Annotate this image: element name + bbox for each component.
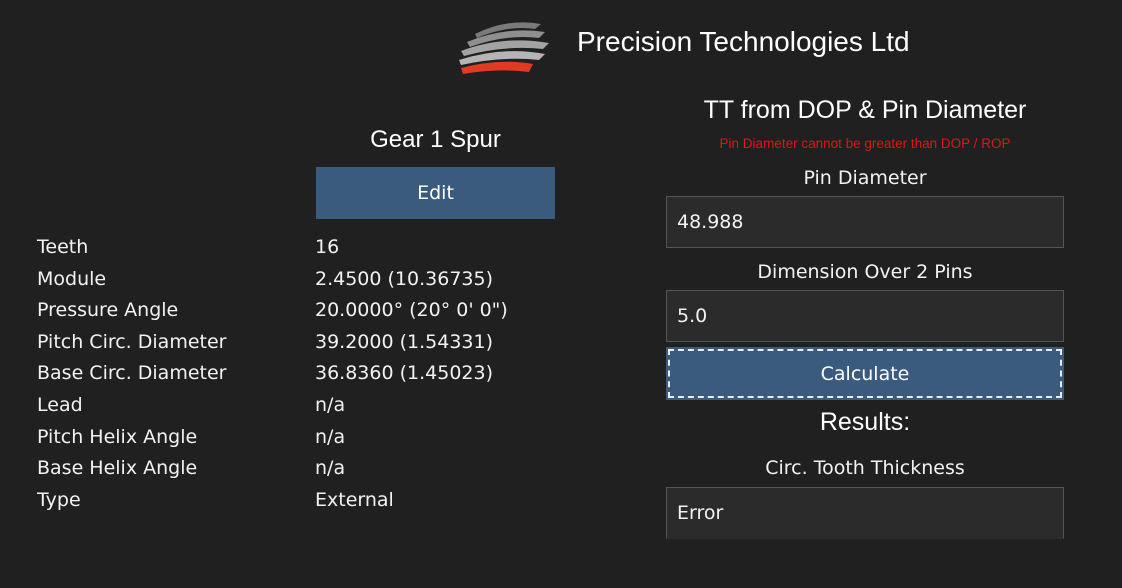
company-name: Precision Technologies Ltd (577, 26, 910, 57)
property-label: Pitch Helix Angle (37, 425, 198, 448)
property-value: External (315, 488, 394, 511)
property-value: 36.8360 (1.45023) (315, 362, 494, 385)
property-row-lead: Lead n/a (37, 390, 597, 422)
pin-diameter-label: Pin Diameter (803, 167, 927, 189)
property-label: Pressure Angle (37, 299, 179, 322)
calculation-title: TT from DOP & Pin Diameter (703, 96, 1027, 124)
property-label: Base Helix Angle (37, 457, 198, 480)
pin-diameter-input[interactable] (666, 196, 1064, 248)
tooth-thickness-label: Circ. Tooth Thickness (765, 457, 965, 479)
property-value: 20.0000° (20° 0' 0") (315, 299, 508, 322)
gear-title: Gear 1 Spur (370, 126, 501, 153)
dop-label: Dimension Over 2 Pins (757, 261, 973, 283)
property-label: Type (37, 488, 81, 511)
error-message: Pin Diameter cannot be greater than DOP … (719, 136, 1011, 151)
property-value: n/a (315, 425, 346, 448)
property-label: Module (37, 267, 107, 290)
results-title: Results: (819, 408, 911, 436)
property-label: Teeth (37, 236, 89, 258)
property-row-pressure-angle: Pressure Angle 20.0000° (20° 0' 0") (37, 295, 597, 327)
gear-properties-list: Teeth 16 Module 2.4500 (10.36735) Pressu… (37, 232, 597, 516)
property-value: n/a (315, 393, 346, 416)
property-value: 39.2000 (1.54331) (315, 330, 494, 353)
edit-button[interactable]: Edit (316, 167, 555, 219)
property-row-module: Module 2.4500 (10.36735) (37, 264, 597, 296)
tooth-thickness-output[interactable] (666, 487, 1064, 539)
company-logo-icon (459, 22, 549, 74)
property-row-base-circ-diameter: Base Circ. Diameter 36.8360 (1.45023) (37, 358, 597, 390)
property-label: Pitch Circ. Diameter (37, 330, 227, 353)
property-row-base-helix-angle: Base Helix Angle n/a (37, 453, 597, 485)
dop-input[interactable] (666, 290, 1064, 342)
property-row-pitch-circ-diameter: Pitch Circ. Diameter 39.2000 (1.54331) (37, 327, 597, 359)
property-row-teeth: Teeth 16 (37, 232, 597, 264)
property-value: n/a (315, 457, 346, 480)
property-label: Base Circ. Diameter (37, 362, 227, 385)
property-value: 16 (315, 236, 340, 258)
property-value: 2.4500 (10.36735) (315, 267, 494, 290)
calculate-button[interactable]: Calculate (666, 347, 1064, 400)
property-row-pitch-helix-angle: Pitch Helix Angle n/a (37, 422, 597, 454)
property-label: Lead (37, 393, 83, 416)
property-row-type: Type External (37, 485, 597, 517)
